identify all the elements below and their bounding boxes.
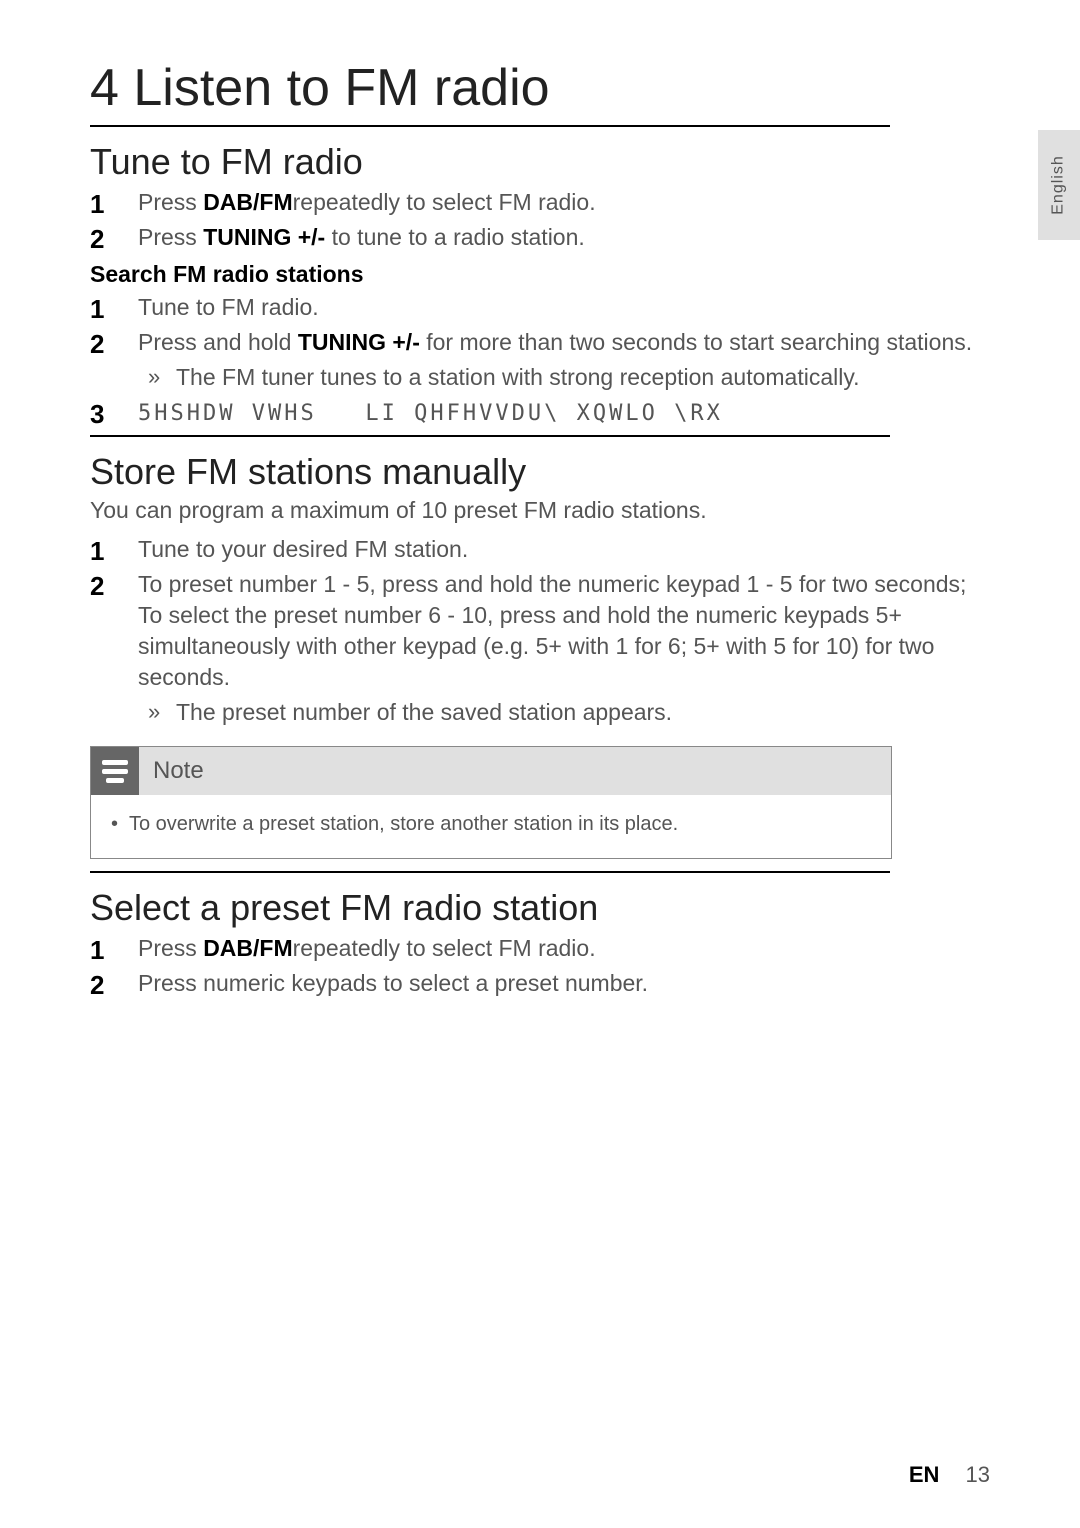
- result-item: The preset number of the saved station a…: [138, 697, 990, 728]
- step-text: Press and hold: [138, 329, 298, 355]
- step-text: Press numeric keypads to select a preset…: [138, 970, 648, 996]
- divider: [90, 871, 890, 873]
- intro-text: You can program a maximum of 10 preset F…: [90, 497, 990, 524]
- note-label: Note: [153, 757, 204, 785]
- page-content: 4 Listen to FM radio Tune to FM radio Pr…: [0, 0, 1080, 1043]
- step-text: for more than two seconds to start searc…: [420, 329, 972, 355]
- sub-heading-search: Search FM radio stations: [90, 261, 990, 288]
- step-item: Tune to your desired FM station.: [90, 534, 990, 565]
- note-body: To overwrite a preset station, store ano…: [91, 795, 891, 858]
- result-list: The preset number of the saved station a…: [138, 697, 990, 728]
- step-text: Tune to FM radio.: [138, 294, 319, 320]
- divider: [90, 125, 890, 127]
- step-text: repeatedly to select FM radio.: [293, 189, 596, 215]
- step-item: Press DAB/FMrepeatedly to select FM radi…: [90, 933, 990, 964]
- step-text: Press: [138, 189, 203, 215]
- select-steps: Press DAB/FMrepeatedly to select FM radi…: [90, 933, 990, 999]
- step-text: Press: [138, 935, 203, 961]
- step-item: Press TUNING +/- to tune to a radio stat…: [90, 222, 990, 253]
- section-title-select: Select a preset FM radio station: [90, 887, 990, 929]
- result-list: The FM tuner tunes to a station with str…: [138, 362, 990, 393]
- page-footer: EN 13: [909, 1462, 990, 1488]
- divider: [90, 435, 890, 437]
- step-text: to tune to a radio station.: [325, 224, 585, 250]
- step-item: Press and hold TUNING +/- for more than …: [90, 327, 990, 393]
- result-item: The FM tuner tunes to a station with str…: [138, 362, 990, 393]
- step-bold: TUNING +/-: [298, 329, 420, 355]
- tune-steps: Press DAB/FMrepeatedly to select FM radi…: [90, 187, 990, 253]
- step-item: Tune to FM radio.: [90, 292, 990, 323]
- note-header: Note: [91, 747, 891, 795]
- step-bold: DAB/FM: [203, 935, 292, 961]
- step-text: Press: [138, 224, 203, 250]
- search-steps: Tune to FM radio. Press and hold TUNING …: [90, 292, 990, 429]
- step-text: Tune to your desired FM station.: [138, 536, 468, 562]
- section-title-store: Store FM stations manually: [90, 451, 990, 493]
- footer-lang: EN: [909, 1462, 940, 1487]
- step-item: Press DAB/FMrepeatedly to select FM radi…: [90, 187, 990, 218]
- note-box: Note To overwrite a preset station, stor…: [90, 746, 892, 859]
- store-steps: Tune to your desired FM station. To pres…: [90, 534, 990, 728]
- section-title-tune: Tune to FM radio: [90, 141, 990, 183]
- garbled-text: 5HSHDW VWHS LI QHFHVVDU\ XQWLO \RX: [138, 401, 723, 426]
- step-item: Press numeric keypads to select a preset…: [90, 968, 990, 999]
- chapter-title: 4 Listen to FM radio: [90, 60, 990, 117]
- footer-page: 13: [966, 1462, 990, 1487]
- step-bold: TUNING +/-: [203, 224, 325, 250]
- step-item: 5HSHDW VWHS LI QHFHVVDU\ XQWLO \RX: [90, 397, 990, 429]
- note-body-text: To overwrite a preset station, store ano…: [129, 813, 869, 836]
- step-text: repeatedly to select FM radio.: [293, 935, 596, 961]
- note-icon: [91, 747, 139, 795]
- step-bold: DAB/FM: [203, 189, 292, 215]
- step-item: To preset number 1 - 5, press and hold t…: [90, 569, 990, 728]
- step-text: To preset number 1 - 5, press and hold t…: [138, 571, 966, 690]
